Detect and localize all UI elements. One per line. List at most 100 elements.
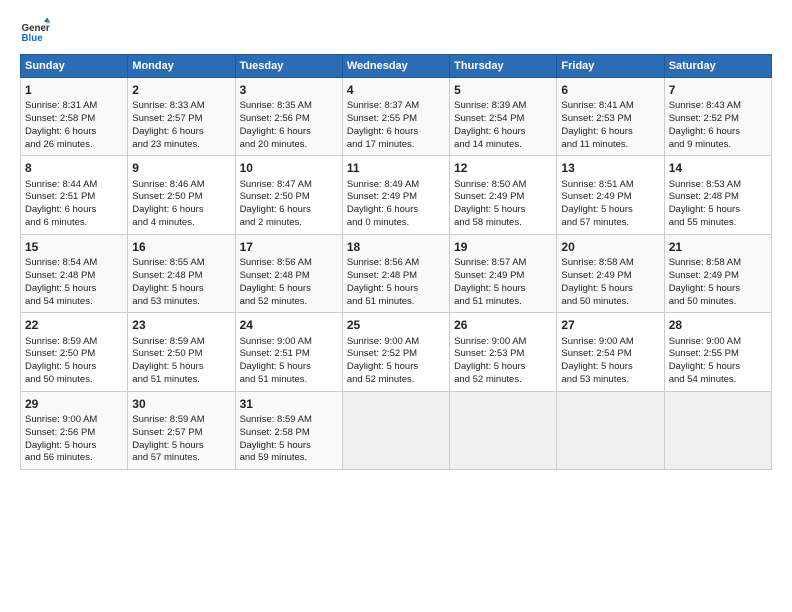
day-info-line: Sunrise: 8:46 AM (132, 179, 230, 192)
calendar-header: SundayMondayTuesdayWednesdayThursdayFrid… (21, 55, 772, 78)
day-number: 17 (240, 239, 338, 255)
day-info-line: Sunset: 2:52 PM (669, 113, 767, 126)
day-info-line: Daylight: 6 hours (132, 204, 230, 217)
calendar-cell: 19Sunrise: 8:57 AMSunset: 2:49 PMDayligh… (450, 234, 557, 312)
day-info-line: and 17 minutes. (347, 139, 445, 152)
calendar-cell: 14Sunrise: 8:53 AMSunset: 2:48 PMDayligh… (664, 156, 771, 234)
day-number: 20 (561, 239, 659, 255)
calendar-body: 1Sunrise: 8:31 AMSunset: 2:58 PMDaylight… (21, 78, 772, 470)
day-number: 23 (132, 317, 230, 333)
calendar-cell: 16Sunrise: 8:55 AMSunset: 2:48 PMDayligh… (128, 234, 235, 312)
day-number: 27 (561, 317, 659, 333)
day-info-line: Daylight: 5 hours (347, 361, 445, 374)
day-info-line: and 53 minutes. (132, 296, 230, 309)
day-info-line: Daylight: 5 hours (132, 440, 230, 453)
day-info-line: Sunset: 2:58 PM (240, 427, 338, 440)
day-info-line: Daylight: 6 hours (347, 204, 445, 217)
day-info-line: Sunrise: 8:58 AM (669, 257, 767, 270)
day-number: 5 (454, 82, 552, 98)
day-info-line: and 51 minutes. (454, 296, 552, 309)
day-info-line: and 50 minutes. (25, 374, 123, 387)
day-info-line: Sunset: 2:50 PM (132, 348, 230, 361)
day-info-line: Sunset: 2:48 PM (132, 270, 230, 283)
day-info-line: Sunrise: 8:31 AM (25, 100, 123, 113)
day-info-line: and 26 minutes. (25, 139, 123, 152)
day-info-line: Daylight: 5 hours (240, 440, 338, 453)
day-info-line: Sunset: 2:55 PM (669, 348, 767, 361)
day-info-line: and 11 minutes. (561, 139, 659, 152)
day-info-line: Sunrise: 8:59 AM (132, 414, 230, 427)
day-info-line: Daylight: 5 hours (25, 283, 123, 296)
calendar-cell: 31Sunrise: 8:59 AMSunset: 2:58 PMDayligh… (235, 391, 342, 469)
day-info-line: Sunset: 2:48 PM (25, 270, 123, 283)
day-number: 24 (240, 317, 338, 333)
day-number: 30 (132, 396, 230, 412)
day-number: 2 (132, 82, 230, 98)
day-info-line: Sunrise: 8:44 AM (25, 179, 123, 192)
weekday-header: Thursday (450, 55, 557, 78)
day-info-line: Daylight: 5 hours (669, 361, 767, 374)
day-info-line: Sunset: 2:48 PM (347, 270, 445, 283)
page-container: General Blue SundayMondayTuesdayWednesda… (0, 0, 792, 480)
day-info-line: Sunset: 2:50 PM (132, 191, 230, 204)
logo: General Blue (20, 16, 54, 46)
calendar-cell: 7Sunrise: 8:43 AMSunset: 2:52 PMDaylight… (664, 78, 771, 156)
day-info-line: Sunset: 2:50 PM (240, 191, 338, 204)
day-info-line: Daylight: 6 hours (347, 126, 445, 139)
calendar-cell: 18Sunrise: 8:56 AMSunset: 2:48 PMDayligh… (342, 234, 449, 312)
day-info-line: Daylight: 5 hours (25, 361, 123, 374)
calendar-cell: 10Sunrise: 8:47 AMSunset: 2:50 PMDayligh… (235, 156, 342, 234)
day-number: 26 (454, 317, 552, 333)
day-info-line: and 52 minutes. (240, 296, 338, 309)
day-info-line: Sunrise: 9:00 AM (454, 336, 552, 349)
day-info-line: Daylight: 5 hours (454, 361, 552, 374)
calendar-cell: 6Sunrise: 8:41 AMSunset: 2:53 PMDaylight… (557, 78, 664, 156)
calendar-cell: 26Sunrise: 9:00 AMSunset: 2:53 PMDayligh… (450, 313, 557, 391)
day-number: 12 (454, 160, 552, 176)
day-info-line: Daylight: 6 hours (240, 204, 338, 217)
day-info-line: Sunset: 2:49 PM (454, 191, 552, 204)
day-info-line: and 6 minutes. (25, 217, 123, 230)
day-info-line: Daylight: 5 hours (454, 204, 552, 217)
day-number: 19 (454, 239, 552, 255)
day-number: 11 (347, 160, 445, 176)
weekday-header: Monday (128, 55, 235, 78)
day-info-line: and 51 minutes. (240, 374, 338, 387)
day-info-line: Sunrise: 9:00 AM (25, 414, 123, 427)
day-info-line: Daylight: 5 hours (240, 283, 338, 296)
day-number: 15 (25, 239, 123, 255)
day-info-line: Sunrise: 8:41 AM (561, 100, 659, 113)
day-info-line: Sunrise: 8:56 AM (240, 257, 338, 270)
day-info-line: Sunrise: 8:49 AM (347, 179, 445, 192)
day-info-line: Daylight: 5 hours (561, 361, 659, 374)
day-number: 22 (25, 317, 123, 333)
day-info-line: Daylight: 5 hours (132, 283, 230, 296)
day-info-line: Sunrise: 9:00 AM (669, 336, 767, 349)
day-info-line: Daylight: 6 hours (669, 126, 767, 139)
day-info-line: and 50 minutes. (669, 296, 767, 309)
day-info-line: Sunrise: 8:58 AM (561, 257, 659, 270)
day-info-line: Sunset: 2:49 PM (561, 270, 659, 283)
day-number: 1 (25, 82, 123, 98)
day-info-line: and 23 minutes. (132, 139, 230, 152)
day-info-line: Sunset: 2:51 PM (25, 191, 123, 204)
day-info-line: Sunset: 2:56 PM (240, 113, 338, 126)
day-number: 18 (347, 239, 445, 255)
calendar-week-row: 22Sunrise: 8:59 AMSunset: 2:50 PMDayligh… (21, 313, 772, 391)
day-info-line: and 53 minutes. (561, 374, 659, 387)
calendar-cell: 15Sunrise: 8:54 AMSunset: 2:48 PMDayligh… (21, 234, 128, 312)
day-number: 4 (347, 82, 445, 98)
day-info-line: Sunrise: 8:50 AM (454, 179, 552, 192)
day-info-line: Daylight: 5 hours (132, 361, 230, 374)
weekday-header: Tuesday (235, 55, 342, 78)
day-info-line: Daylight: 6 hours (132, 126, 230, 139)
day-info-line: Sunset: 2:58 PM (25, 113, 123, 126)
calendar-week-row: 29Sunrise: 9:00 AMSunset: 2:56 PMDayligh… (21, 391, 772, 469)
day-info-line: Sunset: 2:51 PM (240, 348, 338, 361)
day-info-line: Sunset: 2:53 PM (561, 113, 659, 126)
day-info-line: Sunrise: 9:00 AM (240, 336, 338, 349)
calendar-cell: 24Sunrise: 9:00 AMSunset: 2:51 PMDayligh… (235, 313, 342, 391)
day-info-line: Sunrise: 8:47 AM (240, 179, 338, 192)
day-number: 29 (25, 396, 123, 412)
day-info-line: and 54 minutes. (669, 374, 767, 387)
